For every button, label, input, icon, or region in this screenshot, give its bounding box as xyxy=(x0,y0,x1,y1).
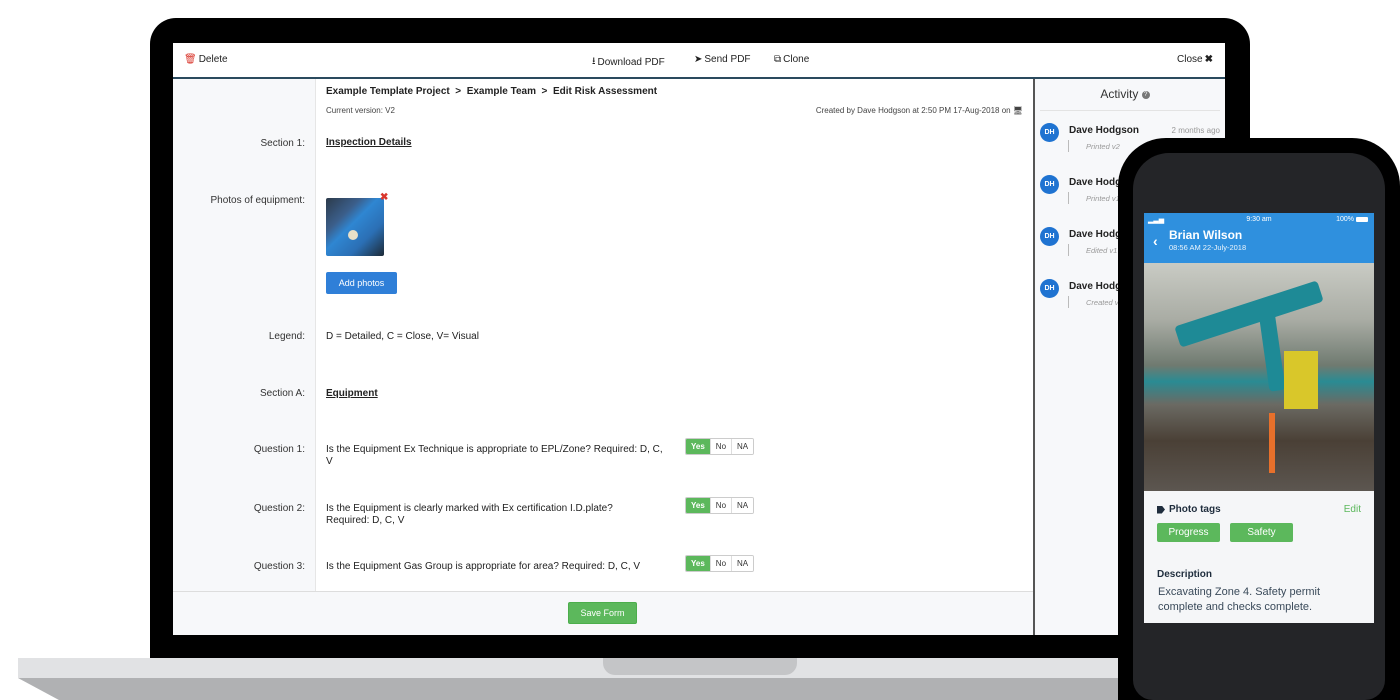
help-icon[interactable]: ? xyxy=(1141,90,1150,99)
question2-toggle: Yes No NA xyxy=(685,497,755,514)
na-option[interactable]: NA xyxy=(732,556,754,571)
activity-note: Printed v2 xyxy=(1086,142,1120,151)
na-option[interactable]: NA xyxy=(732,498,754,513)
battery: 100% xyxy=(1336,216,1368,223)
no-option[interactable]: No xyxy=(710,556,733,571)
legend-label: Legend: xyxy=(268,331,305,342)
photo-detail xyxy=(1269,413,1275,473)
description-text: Excavating Zone 4. Safety permit complet… xyxy=(1158,586,1321,613)
remove-photo-icon[interactable]: ✖ xyxy=(380,192,388,203)
delete-label: Delete xyxy=(198,54,228,65)
section1-label: Section 1: xyxy=(260,138,305,149)
created-text: Created by Dave Hodgson at 2:50 PM 17-Au… xyxy=(815,106,1011,115)
toolbar: 🗑 Delete ⭳ Download PDF ➤ Send PDF ⧉ Clo… xyxy=(173,43,1225,79)
trash-icon: 🗑 xyxy=(184,54,197,65)
question1-text: Is the Equipment Ex Technique is appropr… xyxy=(326,444,663,467)
tag-chip-progress[interactable]: Progress xyxy=(1157,523,1220,542)
send-label: Send PDF xyxy=(704,54,751,65)
download-pdf-button[interactable]: ⭳ Download PDF xyxy=(592,54,665,71)
form-footer: Save Form xyxy=(173,591,1033,635)
close-button[interactable]: Close ✖ xyxy=(1177,54,1213,65)
activity-note: Printed v1 xyxy=(1086,194,1120,203)
activity-time: 2 months ago xyxy=(1171,126,1220,135)
delete-button[interactable]: 🗑 Delete xyxy=(184,54,228,65)
yes-option[interactable]: Yes xyxy=(686,439,711,454)
photo-detail xyxy=(1284,351,1318,409)
sectionA-label: Section A: xyxy=(259,388,305,399)
close-label: Close xyxy=(1177,54,1203,65)
clone-label: Clone xyxy=(783,54,810,65)
paper-plane-icon: ➤ xyxy=(694,54,703,65)
question3-label: Question 3: xyxy=(253,561,305,572)
created-info: Created by Dave Hodgson at 2:50 PM 17-Au… xyxy=(816,106,1023,115)
clone-button[interactable]: ⧉ Clone xyxy=(774,54,809,65)
phone-user-name: Brian Wilson xyxy=(1169,228,1243,242)
sectionA-title: Equipment xyxy=(326,388,378,399)
phone-screen: ▂▃▅ 9:30 am 100% ‹ Brian Wilson 08:56 AM… xyxy=(1144,213,1374,623)
edit-tags-link[interactable]: Edit xyxy=(1344,504,1361,515)
photo-detail xyxy=(1174,280,1324,348)
activity-bar xyxy=(1068,296,1069,308)
activity-bar xyxy=(1068,140,1069,152)
phone-header: ▂▃▅ 9:30 am 100% ‹ Brian Wilson 08:56 AM… xyxy=(1144,213,1374,263)
tag-chip-safety[interactable]: Safety xyxy=(1230,523,1293,542)
copy-icon: ⧉ xyxy=(774,54,782,65)
photo-detail xyxy=(1258,310,1286,392)
battery-percent: 100% xyxy=(1336,216,1354,223)
back-chevron-icon[interactable]: ‹ xyxy=(1153,233,1158,249)
photo-tags-heading: Photo tags xyxy=(1157,504,1221,515)
add-photos-button[interactable]: Add photos xyxy=(326,272,397,294)
question1-toggle: Yes No NA xyxy=(685,438,755,455)
laptop-screen: 🗑 Delete ⭳ Download PDF ➤ Send PDF ⧉ Clo… xyxy=(173,43,1225,635)
question1-label: Question 1: xyxy=(253,444,305,455)
avatar: DH xyxy=(1040,123,1059,142)
photos-label: Photos of equipment: xyxy=(210,195,305,206)
photo-tags-title: Photo tags xyxy=(1169,504,1221,515)
download-label: Download PDF xyxy=(597,57,665,68)
avatar: DH xyxy=(1040,227,1059,246)
tag-icon xyxy=(1157,505,1165,514)
activity-bar xyxy=(1068,244,1069,256)
label-column: Section 1: Photos of equipment: Legend: … xyxy=(173,79,316,591)
activity-note: Edited v1 xyxy=(1086,246,1118,255)
divider xyxy=(1040,110,1220,111)
current-version: Current version: V2 xyxy=(326,106,395,115)
close-icon: ✖ xyxy=(1204,54,1213,65)
question3-text: Is the Equipment Gas Group is appropriat… xyxy=(326,561,641,572)
desktop-icon: 🖥 xyxy=(1012,106,1023,115)
form-area: Section 1: Photos of equipment: Legend: … xyxy=(173,79,1033,591)
laptop-notch xyxy=(603,658,797,675)
yes-option[interactable]: Yes xyxy=(686,556,711,571)
activity-bar xyxy=(1068,192,1069,204)
breadcrumb[interactable]: Example Template Project > Example Team … xyxy=(326,86,657,97)
save-form-button[interactable]: Save Form xyxy=(568,602,637,624)
no-option[interactable]: No xyxy=(710,439,733,454)
download-icon: ⭳ xyxy=(592,56,596,67)
no-option[interactable]: No xyxy=(710,498,733,513)
section1-title: Inspection Details xyxy=(326,137,412,148)
question2-text: Is the Equipment is clearly marked with … xyxy=(326,503,613,526)
activity-title-text: Activity xyxy=(1100,87,1139,101)
question2-label: Question 2: xyxy=(253,503,305,514)
avatar: DH xyxy=(1040,175,1059,194)
battery-icon xyxy=(1356,217,1368,222)
na-option[interactable]: NA xyxy=(732,439,754,454)
avatar: DH xyxy=(1040,279,1059,298)
equipment-photo[interactable] xyxy=(326,198,384,256)
excavator-photo[interactable] xyxy=(1144,263,1374,491)
phone-date: 08:56 AM 22-July-2018 xyxy=(1169,243,1247,252)
question3-toggle: Yes No NA xyxy=(685,555,755,572)
send-pdf-button[interactable]: ➤ Send PDF xyxy=(694,54,751,65)
activity-title: Activity ? xyxy=(1035,87,1215,101)
description-title: Description xyxy=(1157,569,1213,580)
legend-text: D = Detailed, C = Close, V= Visual xyxy=(326,331,479,342)
yes-option[interactable]: Yes xyxy=(686,498,711,513)
activity-user: Dave Hodgson xyxy=(1069,125,1140,136)
